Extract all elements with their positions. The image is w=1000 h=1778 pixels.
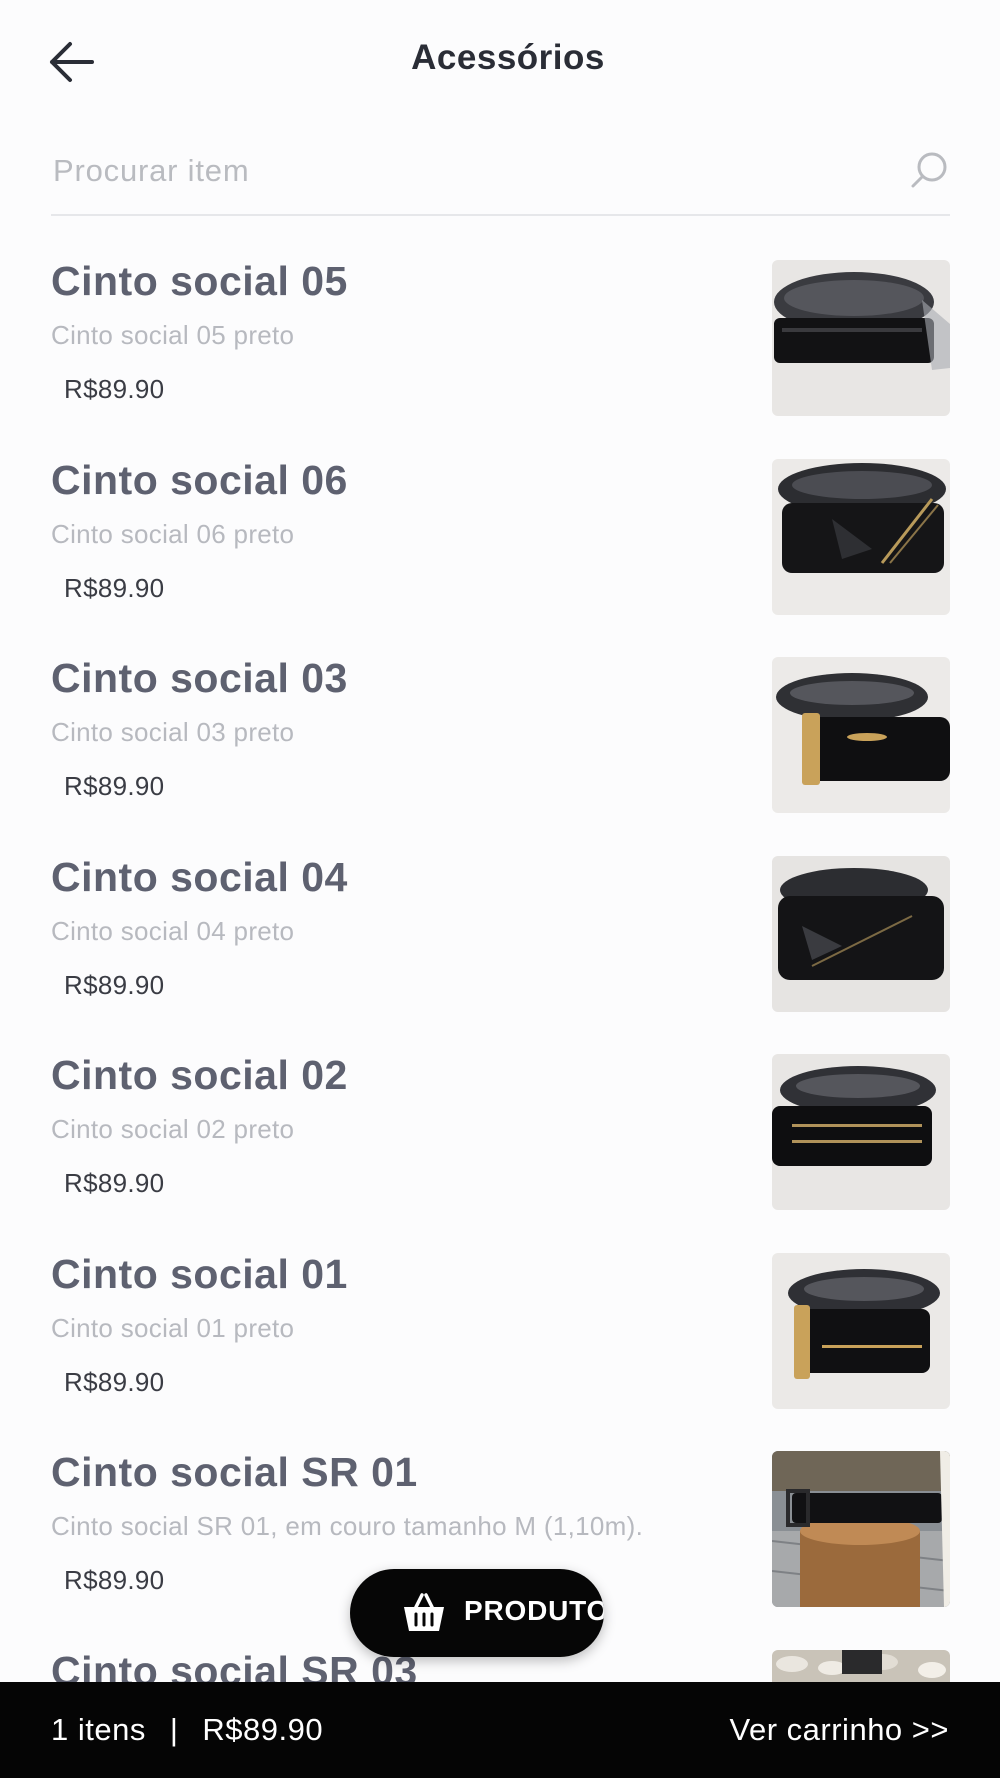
page-title: Acessórios	[411, 38, 605, 77]
product-image	[772, 1451, 950, 1607]
product-price: R$89.90	[64, 1565, 165, 1595]
product-name: Cinto social 06	[51, 456, 348, 503]
search-input[interactable]	[51, 142, 875, 200]
product-name: Cinto social SR 01	[51, 1449, 418, 1495]
cart-total: R$89.90	[202, 1712, 324, 1747]
product-description: Cinto social 04 preto	[51, 915, 295, 946]
product-image	[772, 657, 950, 813]
search-bar	[51, 128, 950, 216]
products-button[interactable]: PRODUTOS	[350, 1569, 604, 1657]
product-name: Cinto social 02	[51, 1052, 348, 1098]
product-price: R$89.90	[64, 771, 165, 801]
product-price: R$89.90	[64, 1168, 165, 1198]
product-image	[772, 260, 950, 416]
product-image	[772, 1649, 950, 1682]
product-name: Cinto social 04	[51, 853, 348, 900]
product-price: R$89.90	[64, 1366, 165, 1397]
product-name: Cinto social 03	[51, 655, 348, 701]
product-description: Cinto social 01 preto	[51, 1312, 295, 1343]
product-item[interactable]: Cinto social 06 Cinto social 06 preto R$…	[0, 457, 1000, 656]
product-description: Cinto social 03 preto	[51, 717, 295, 747]
product-name: Cinto social 01	[51, 1250, 348, 1297]
product-item[interactable]: Cinto social 04 Cinto social 04 preto R$…	[0, 854, 1000, 1053]
product-image	[772, 855, 950, 1012]
app-header: Acessórios	[0, 0, 1000, 124]
view-cart-link[interactable]: Ver carrinho >>	[730, 1712, 949, 1748]
basket-icon	[404, 1593, 444, 1631]
cart-item-count: 1 itens	[51, 1712, 146, 1747]
product-image	[772, 1054, 950, 1210]
product-price: R$89.90	[64, 374, 165, 404]
products-button-label: PRODUTOS	[464, 1595, 604, 1626]
product-name: Cinto social SR 03	[51, 1647, 418, 1683]
product-description: Cinto social 05 preto	[51, 320, 295, 350]
cart-separator: |	[169, 1712, 179, 1747]
cart-bar: 1 itens | R$89.90 Ver carrinho >>	[0, 1682, 1000, 1778]
product-item[interactable]: Cinto social 05 Cinto social 05 preto R$…	[0, 258, 1000, 457]
product-description: Cinto social SR 01, em couro tamanho M (…	[51, 1511, 644, 1541]
product-description: Cinto social 06 preto	[51, 518, 295, 549]
product-price: R$89.90	[64, 969, 165, 1000]
product-list: Cinto social 05 Cinto social 05 preto R$…	[0, 258, 1000, 1682]
product-image	[772, 458, 950, 615]
product-price: R$89.90	[64, 572, 165, 603]
cart-summary: 1 itens | R$89.90	[51, 1712, 323, 1748]
product-item[interactable]: Cinto social 02 Cinto social 02 preto R$…	[0, 1052, 1000, 1251]
product-name: Cinto social 05	[51, 258, 348, 304]
product-item[interactable]: Cinto social 01 Cinto social 01 preto R$…	[0, 1251, 1000, 1450]
search-icon[interactable]	[910, 150, 950, 190]
product-item[interactable]: Cinto social 03 Cinto social 03 preto R$…	[0, 655, 1000, 854]
product-description: Cinto social 02 preto	[51, 1114, 295, 1144]
product-image	[772, 1252, 950, 1409]
